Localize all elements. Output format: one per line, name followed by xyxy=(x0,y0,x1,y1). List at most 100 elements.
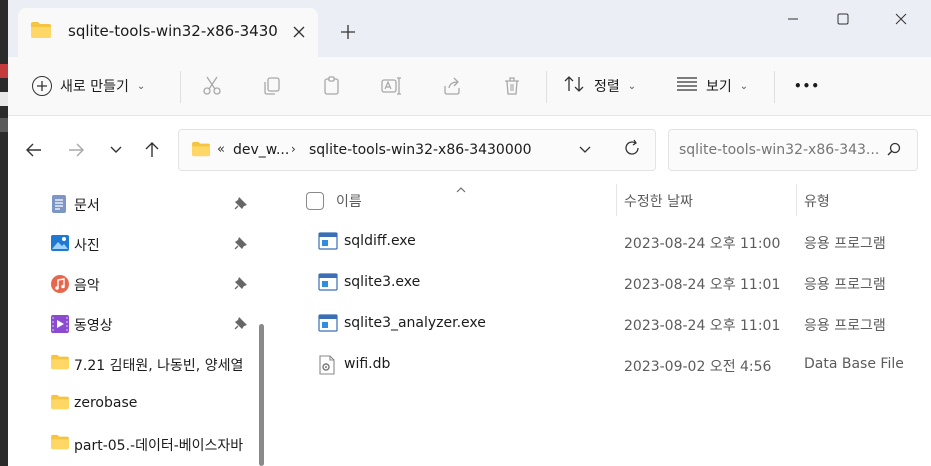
column-divider[interactable] xyxy=(616,184,617,216)
delete-icon[interactable] xyxy=(500,74,524,98)
column-header-label: 유형 xyxy=(804,194,830,210)
breadcrumb-parent[interactable]: dev_w... xyxy=(233,142,289,158)
tab-close-icon[interactable] xyxy=(286,19,312,45)
exe-icon xyxy=(318,273,338,293)
cut-icon[interactable] xyxy=(200,74,224,98)
sidebar-scrollbar[interactable] xyxy=(259,324,264,466)
music-icon xyxy=(50,274,70,294)
picture-icon xyxy=(50,234,70,254)
sort-icon xyxy=(564,75,586,97)
tab-title: sqlite-tools-win32-x86-3430000 xyxy=(68,22,278,40)
pin-icon xyxy=(234,276,248,294)
column-header-type[interactable]: 유형 xyxy=(804,184,830,218)
select-all-checkbox[interactable] xyxy=(306,192,324,210)
refresh-icon[interactable] xyxy=(623,139,641,161)
file-row[interactable]: sqlite3_analyzer.exe 2023-08-24 오후 11:01… xyxy=(270,304,931,344)
sidebar-item-pictures[interactable]: 사진 xyxy=(8,226,270,262)
background-window-edge xyxy=(0,0,8,466)
close-window-button[interactable] xyxy=(878,4,924,34)
file-name: wifi.db xyxy=(344,356,391,372)
pin-icon xyxy=(234,316,248,334)
file-name: sqlite3.exe xyxy=(344,274,421,290)
plus-circle-icon xyxy=(32,76,52,96)
sidebar-item-music[interactable]: 음악 xyxy=(8,266,270,302)
column-header-name[interactable]: 이름 xyxy=(336,184,362,218)
forward-button[interactable] xyxy=(62,136,90,164)
exe-icon xyxy=(318,232,338,252)
file-row[interactable]: sqlite3.exe 2023-08-24 오후 11:01 응용 프로그램 xyxy=(270,263,931,303)
recent-locations-button[interactable] xyxy=(102,136,130,164)
file-type: 응용 프로그램 xyxy=(804,277,886,293)
search-icon xyxy=(887,142,901,160)
file-date: 2023-09-02 오전 4:56 xyxy=(624,359,772,375)
video-icon xyxy=(50,314,70,334)
hidden-path-button[interactable]: « xyxy=(217,142,225,157)
more-icon: ••• xyxy=(794,79,821,93)
chevron-down-icon[interactable] xyxy=(579,142,591,158)
minimize-button[interactable] xyxy=(770,4,816,34)
file-explorer-window: sqlite-tools-win32-x86-3430000 새로 만들기 ⌄ xyxy=(8,0,931,466)
sidebar-item-videos[interactable]: 동영상 xyxy=(8,306,270,342)
sort-ascending-icon xyxy=(456,182,466,196)
tab-current-folder[interactable]: sqlite-tools-win32-x86-3430000 xyxy=(18,8,318,57)
paste-icon[interactable] xyxy=(320,74,344,98)
back-button[interactable] xyxy=(20,136,48,164)
breadcrumb-current[interactable]: sqlite-tools-win32-x86-3430000 xyxy=(309,142,532,158)
folder-icon xyxy=(50,434,70,454)
divider xyxy=(774,71,775,103)
folder-icon xyxy=(50,394,70,414)
folder-icon xyxy=(50,354,70,374)
background-window-fragment xyxy=(0,92,8,106)
sidebar-item-label: zerobase xyxy=(74,395,138,411)
share-icon[interactable] xyxy=(440,74,464,98)
sidebar-item-label: 동영상 xyxy=(74,318,113,334)
rename-icon[interactable] xyxy=(380,74,404,98)
search-input[interactable]: sqlite-tools-win32-x86-343... xyxy=(668,129,918,171)
sidebar-item-documents[interactable]: 문서 xyxy=(8,186,270,222)
copy-icon[interactable] xyxy=(260,74,284,98)
file-date: 2023-08-24 오후 11:00 xyxy=(624,236,781,252)
document-icon xyxy=(50,194,70,214)
file-row[interactable]: wifi.db 2023-09-02 오전 4:56 Data Base Fil… xyxy=(270,345,931,385)
view-lines-icon xyxy=(676,76,698,96)
sidebar-item-label: part-05.-데이터-베이스자바 xyxy=(74,438,244,454)
sidebar-item-folder[interactable]: part-05.-데이터-베이스자바 xyxy=(8,426,270,462)
breadcrumb-separator[interactable]: › xyxy=(291,142,296,156)
folder-icon xyxy=(191,141,211,161)
pin-icon xyxy=(234,236,248,254)
background-window-fragment xyxy=(0,118,8,132)
file-row[interactable]: sqldiff.exe 2023-08-24 오후 11:00 응용 프로그램 xyxy=(270,222,931,262)
file-name: sqldiff.exe xyxy=(344,233,416,249)
column-header-date[interactable]: 수정한 날짜 xyxy=(624,184,693,218)
exe-icon xyxy=(318,314,338,334)
sort-button[interactable]: 정렬 ⌄ xyxy=(564,70,636,102)
file-list: 이름 수정한 날짜 유형 sqldiff.exe 2023-08-24 오후 1… xyxy=(270,184,931,466)
sidebar-item-label: 사진 xyxy=(74,238,100,254)
sidebar-item-folder[interactable]: zerobase xyxy=(8,386,270,422)
search-placeholder: sqlite-tools-win32-x86-343... xyxy=(679,142,879,158)
file-type: 응용 프로그램 xyxy=(804,318,886,334)
navigation-bar: « dev_w... › sqlite-tools-win32-x86-3430… xyxy=(8,116,931,184)
column-divider[interactable] xyxy=(796,184,797,216)
command-bar: 새로 만들기 ⌄ 정렬 ⌄ 보기 ⌄ ••• xyxy=(8,57,931,116)
sidebar-item-label: 7.21 김태원, 나동빈, 양세열 xyxy=(74,358,244,374)
new-tab-button[interactable] xyxy=(334,18,362,46)
chevron-down-icon: ⌄ xyxy=(739,80,749,92)
address-bar[interactable]: « dev_w... › sqlite-tools-win32-x86-3430… xyxy=(178,129,656,171)
db-file-icon xyxy=(318,355,338,375)
sidebar-item-folder[interactable]: 7.21 김태원, 나동빈, 양세열 xyxy=(8,346,270,382)
divider xyxy=(546,71,547,103)
view-button[interactable]: 보기 ⌄ xyxy=(676,70,748,102)
new-button[interactable]: 새로 만들기 ⌄ xyxy=(24,69,153,103)
column-header-label: 수정한 날짜 xyxy=(624,194,693,210)
maximize-button[interactable] xyxy=(820,4,866,34)
up-button[interactable] xyxy=(138,136,166,164)
file-name: sqlite3_analyzer.exe xyxy=(344,315,486,331)
divider xyxy=(180,71,181,103)
new-button-label: 새로 만들기 xyxy=(60,79,129,95)
sidebar-item-label: 문서 xyxy=(74,198,100,214)
column-header-label: 이름 xyxy=(336,194,362,210)
navigation-pane: 문서 사진 음악 동영상 7.21 김태원, 나동빈, 양세열 zerobase… xyxy=(8,184,270,466)
more-options-button[interactable]: ••• xyxy=(794,70,820,102)
file-date: 2023-08-24 오후 11:01 xyxy=(624,318,781,334)
